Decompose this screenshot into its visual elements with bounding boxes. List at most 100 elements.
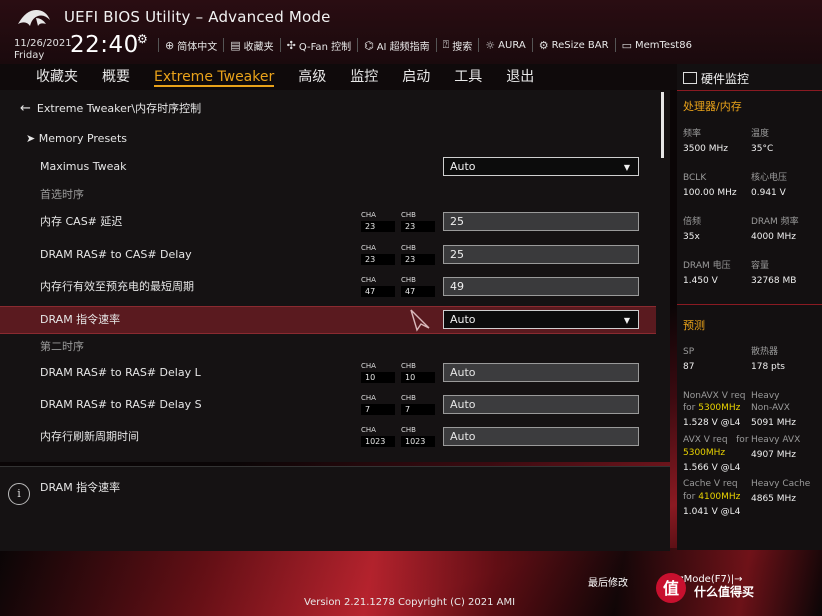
scrollbar[interactable] bbox=[661, 92, 664, 158]
time-display: 22:40 bbox=[70, 32, 139, 58]
rog-logo-icon bbox=[18, 10, 50, 26]
chevron-right-icon: ➤ bbox=[26, 132, 39, 145]
hw-label: for 5300MHz bbox=[683, 403, 741, 413]
tab-favorites[interactable]: 收藏夹 bbox=[24, 64, 90, 90]
tool-language[interactable]: ⊕ 简体中文 bbox=[158, 38, 223, 53]
hw-section-prediction: 预测 bbox=[683, 319, 705, 332]
hw-value: 5091 MHz bbox=[751, 418, 797, 428]
memory-presets-item[interactable]: ➤ Memory Presets bbox=[26, 132, 127, 145]
toolbar: ⊕ 简体中文 ▤ 收藏夹 ✣ Q-Fan 控制 ⌬ AI 超频指南 ⍰ 搜索 ☼ AURA … bbox=[158, 38, 698, 53]
hw-value: 1.041 V @L4 bbox=[683, 507, 741, 517]
chb-value: CHB 23 bbox=[401, 211, 435, 232]
help-icon: ⍰ bbox=[442, 38, 450, 51]
hw-label: DRAM 频率 bbox=[751, 217, 799, 227]
tab-boot[interactable]: 启动 bbox=[390, 64, 442, 90]
hardware-monitor-panel: 硬件监控 处理器/内存 频率 温度 3500 MHz 35°C BCLK 核心电… bbox=[677, 64, 822, 550]
hw-value: 32768 MB bbox=[751, 276, 797, 286]
tras-input[interactable]: 49 bbox=[443, 277, 639, 296]
hw-label: 散热器 bbox=[751, 347, 779, 357]
fan-icon: ✣ bbox=[286, 38, 296, 52]
setting-row-rrd-s[interactable]: DRAM RAS# to RAS# Delay S CHA 7 CHB 7 Auto bbox=[0, 390, 656, 420]
divider bbox=[677, 304, 822, 305]
gear-icon[interactable]: ⚙ bbox=[137, 32, 148, 46]
day-text: Friday bbox=[14, 50, 45, 61]
trfc-input[interactable]: Auto bbox=[443, 427, 639, 446]
setting-row-cas-latency[interactable]: 内存 CAS# 延迟 CHA 23 CHB 23 25 bbox=[0, 207, 656, 237]
cha-value: CHA 23 bbox=[361, 211, 395, 232]
bookmark-icon: ▤ bbox=[230, 38, 241, 52]
tab-extreme-tweaker[interactable]: Extreme Tweaker bbox=[142, 64, 286, 90]
main-menu: 收藏夹 概要 Extreme Tweaker 高级 监控 启动 工具 退出 bbox=[0, 64, 694, 90]
setting-row-trfc[interactable]: 内存行刷新周期时间 CHA 1023 CHB 1023 Auto bbox=[0, 422, 656, 452]
tool-aura[interactable]: ☼ AURA bbox=[478, 38, 531, 52]
hw-value: 87 bbox=[683, 362, 695, 372]
hw-value: 178 pts bbox=[751, 362, 785, 372]
divider bbox=[677, 90, 822, 91]
tool-qfan[interactable]: ✣ Q-Fan 控制 bbox=[279, 38, 357, 53]
hw-value: 35x bbox=[683, 232, 700, 242]
hw-label: NonAVX V req bbox=[683, 391, 746, 401]
hw-label: Heavy bbox=[751, 391, 780, 401]
hw-label: 5300MHz bbox=[683, 448, 726, 458]
last-modified-button[interactable]: 最后修改 bbox=[588, 574, 628, 589]
chb-value: CHB 1023 bbox=[401, 426, 435, 447]
ai-icon: ⌬ bbox=[364, 38, 374, 52]
svg-text:值: 值 bbox=[663, 579, 679, 598]
hw-value: 4865 MHz bbox=[751, 494, 797, 504]
cha-value: CHA 1023 bbox=[361, 426, 395, 447]
command-rate-dropdown[interactable]: Auto ▼ bbox=[443, 310, 639, 329]
hw-label: Non-AVX bbox=[751, 403, 790, 413]
section-primary-timings: 首选时序 bbox=[40, 188, 84, 201]
tab-monitor[interactable]: 监控 bbox=[338, 64, 390, 90]
mouse-cursor-icon bbox=[410, 309, 430, 332]
hw-section-cpu-mem: 处理器/内存 bbox=[683, 100, 742, 113]
date-display: 11/26/2021 Friday bbox=[14, 38, 72, 62]
hw-label: 频率 bbox=[683, 129, 702, 139]
hw-value: 4907 MHz bbox=[751, 450, 797, 460]
top-bar: UEFI BIOS Utility – Advanced Mode 11/26/… bbox=[0, 0, 822, 64]
setting-row-maximus-tweak[interactable]: Maximus Tweak Auto ▼ bbox=[0, 152, 656, 182]
hw-value: 4000 MHz bbox=[751, 232, 797, 242]
help-text: DRAM 指令速率 bbox=[40, 481, 121, 494]
tool-search[interactable]: ⍰ 搜索 bbox=[435, 38, 479, 53]
tool-memtest[interactable]: ▭ MemTest86 bbox=[614, 38, 698, 52]
tab-main[interactable]: 概要 bbox=[90, 64, 142, 90]
tab-advanced[interactable]: 高级 bbox=[286, 64, 338, 90]
caret-down-icon: ▼ bbox=[623, 316, 630, 325]
cas-latency-input[interactable]: 25 bbox=[443, 212, 639, 231]
rrd-l-input[interactable]: Auto bbox=[443, 363, 639, 382]
chb-value: CHB 23 bbox=[401, 244, 435, 265]
setting-row-rrd-l[interactable]: DRAM RAS# to RAS# Delay L CHA 10 CHB 10 Au… bbox=[0, 358, 656, 388]
tool-resize-bar[interactable]: ⚙ ReSize BAR bbox=[531, 38, 615, 52]
rrd-s-input[interactable]: Auto bbox=[443, 395, 639, 414]
aura-icon: ☼ bbox=[485, 38, 496, 52]
hw-value: 1.450 V bbox=[683, 276, 718, 286]
tool-ai-oc[interactable]: ⌬ AI 超频指南 bbox=[357, 38, 436, 53]
hw-label: 容量 bbox=[751, 261, 770, 271]
maximus-tweak-dropdown[interactable]: Auto ▼ bbox=[443, 157, 639, 176]
tab-tool[interactable]: 工具 bbox=[442, 64, 494, 90]
hw-label: Cache V req bbox=[683, 479, 738, 489]
tab-exit[interactable]: 退出 bbox=[494, 64, 546, 90]
hw-label: SP bbox=[683, 347, 695, 357]
hw-label: 倍频 bbox=[683, 217, 702, 227]
cha-value: CHA 7 bbox=[361, 394, 395, 415]
hw-label: 温度 bbox=[751, 129, 770, 139]
hw-value: 3500 MHz bbox=[683, 144, 729, 154]
ras-to-cas-input[interactable]: 25 bbox=[443, 245, 639, 264]
breadcrumb[interactable]: ← Extreme Tweaker\内存时序控制 bbox=[20, 100, 201, 116]
tool-favorites[interactable]: ▤ 收藏夹 bbox=[223, 38, 279, 53]
hw-value: 100.00 MHz bbox=[683, 188, 737, 198]
setting-row-command-rate[interactable]: DRAM 指令速率 Auto ▼ bbox=[0, 306, 656, 334]
hw-label: DRAM 电压 bbox=[683, 261, 731, 271]
setting-row-ras-to-cas[interactable]: DRAM RAS# to CAS# Delay CHA 23 CHB 23 25 bbox=[0, 240, 656, 270]
chb-value: CHB 47 bbox=[401, 276, 435, 297]
help-panel: i DRAM 指令速率 bbox=[0, 466, 670, 551]
back-arrow-icon[interactable]: ← bbox=[20, 101, 31, 116]
setting-row-tras[interactable]: 内存行有效至预充电的最短周期 CHA 47 CHB 47 49 bbox=[0, 272, 656, 302]
cha-value: CHA 47 bbox=[361, 276, 395, 297]
hw-label: BCLK bbox=[683, 173, 707, 183]
hw-label: AVX V req for bbox=[683, 435, 749, 445]
chb-value: CHB 7 bbox=[401, 394, 435, 415]
hw-value: 1.566 V @L4 bbox=[683, 463, 741, 473]
